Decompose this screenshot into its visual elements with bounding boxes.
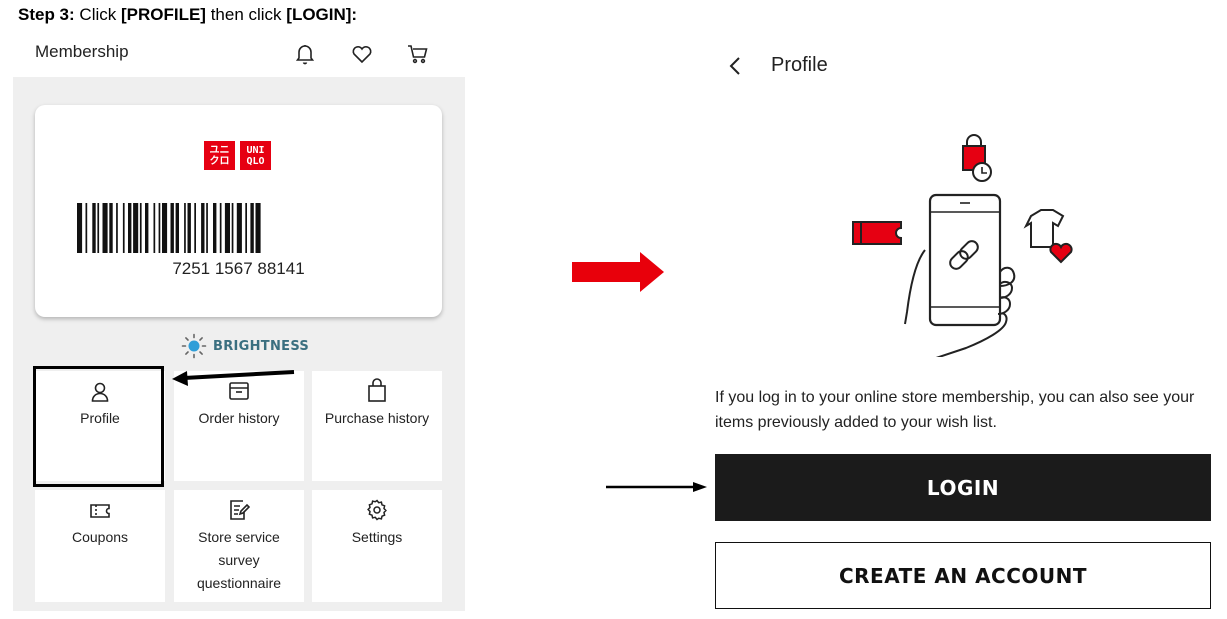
tshirt-heart-icon — [1023, 209, 1073, 264]
arrow-to-profile — [172, 370, 295, 386]
phone-link-illustration — [852, 134, 1073, 357]
smartphone-icon — [928, 193, 1002, 327]
red-arrow-icon — [572, 252, 664, 292]
shopping-bag-icon — [962, 134, 992, 182]
login-button[interactable]: LOGIN — [715, 454, 1211, 521]
back-chevron-icon[interactable] — [724, 54, 748, 78]
arrow-to-login — [606, 482, 707, 492]
profile-title: Profile — [771, 54, 828, 76]
login-info-text: If you log in to your online store membe… — [715, 389, 1195, 431]
create-account-button[interactable]: CREATE AN ACCOUNT — [715, 542, 1211, 609]
coupon-ticket-icon — [852, 221, 902, 245]
